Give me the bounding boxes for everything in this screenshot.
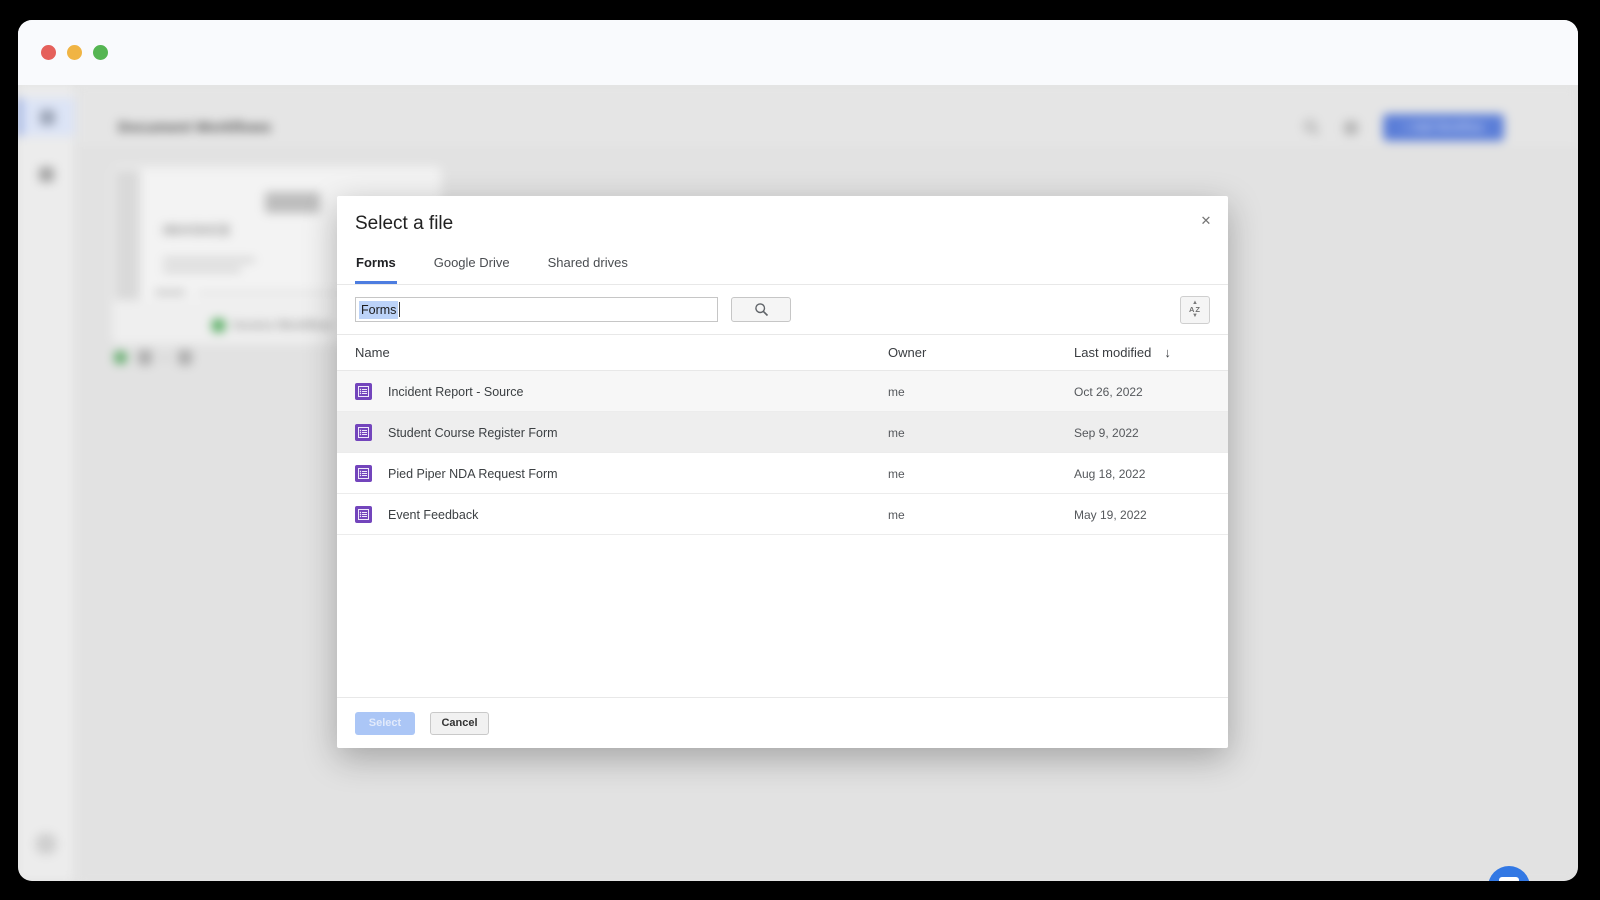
close-window-button[interactable] bbox=[41, 45, 56, 60]
table-header: Name Owner Last modified ↓ bbox=[337, 335, 1228, 371]
chat-bubble-icon bbox=[1499, 877, 1519, 881]
sidebar-item-documents[interactable] bbox=[18, 155, 75, 193]
forms-file-icon bbox=[355, 383, 372, 405]
dialog-title: Select a file bbox=[355, 213, 1210, 235]
tab-google-drive[interactable]: Google Drive bbox=[433, 247, 511, 284]
document-preview-line bbox=[163, 268, 241, 272]
file-modified: Sep 9, 2022 bbox=[1074, 426, 1139, 440]
form-count-icon bbox=[178, 350, 192, 365]
file-owner: me bbox=[888, 385, 905, 399]
document-preview-line bbox=[163, 258, 255, 262]
select-file-dialog: Select a file ✕ Forms Google Drive Share… bbox=[337, 196, 1228, 748]
file-name: Pied Piper NDA Request Form bbox=[388, 467, 558, 481]
magnifier-icon bbox=[754, 302, 769, 317]
file-modified: Oct 26, 2022 bbox=[1074, 385, 1143, 399]
add-workflow-button[interactable]: + Add Workflow bbox=[1383, 114, 1504, 141]
file-owner: me bbox=[888, 426, 905, 440]
zoom-window-button[interactable] bbox=[93, 45, 108, 60]
workflow-name: Invoice Workflow bbox=[233, 318, 331, 332]
status-dot-icon bbox=[114, 351, 127, 364]
tab-shared-drives[interactable]: Shared drives bbox=[547, 247, 629, 284]
page-title: Document Workflows bbox=[118, 119, 271, 136]
file-modified: Aug 18, 2022 bbox=[1074, 467, 1145, 481]
text-caret bbox=[399, 302, 400, 317]
search-icon[interactable] bbox=[1303, 119, 1320, 141]
file-owner: me bbox=[888, 467, 905, 481]
desktop: Document Workflows + Add Workflow INVOIC… bbox=[0, 0, 1600, 900]
file-owner: me bbox=[888, 508, 905, 522]
app-sidebar bbox=[18, 85, 75, 881]
column-name[interactable]: Name bbox=[355, 345, 390, 360]
document-preview-title: INVOICE bbox=[163, 222, 232, 239]
table-row[interactable]: Incident Report - Source me Oct 26, 2022 bbox=[337, 371, 1228, 412]
search-input-value: Forms bbox=[359, 301, 398, 319]
forms-file-icon bbox=[355, 465, 372, 487]
documents-icon bbox=[39, 167, 54, 182]
sort-direction-icon: ↓ bbox=[1164, 345, 1171, 360]
tab-forms[interactable]: Forms bbox=[355, 247, 397, 284]
select-button[interactable]: Select bbox=[355, 712, 415, 735]
app-header: Document Workflows + Add Workflow bbox=[76, 85, 1578, 150]
workflow-card-meta bbox=[114, 350, 192, 365]
az-sort-icon: AZ bbox=[1189, 306, 1201, 314]
dialog-footer: Select Cancel bbox=[337, 697, 1228, 748]
file-modified: May 19, 2022 bbox=[1074, 508, 1147, 522]
document-preview-footer bbox=[155, 290, 185, 295]
window-titlebar bbox=[18, 20, 1578, 85]
file-name: Event Feedback bbox=[388, 508, 478, 522]
table-row[interactable]: Event Feedback me May 19, 2022 bbox=[337, 494, 1228, 535]
sidebar-avatar[interactable] bbox=[35, 833, 57, 855]
file-name: Student Course Register Form bbox=[388, 426, 558, 440]
document-preview-strip bbox=[115, 170, 140, 300]
table-row[interactable]: Pied Piper NDA Request Form me Aug 18, 2… bbox=[337, 453, 1228, 494]
minimize-window-button[interactable] bbox=[67, 45, 82, 60]
forms-file-icon bbox=[355, 506, 372, 528]
workflow-status-icon bbox=[212, 319, 225, 332]
sort-down-icon: ▼ bbox=[1192, 313, 1198, 319]
dialog-tabs: Forms Google Drive Shared drives bbox=[337, 241, 1228, 285]
table-row[interactable]: Student Course Register Form me Sep 9, 2… bbox=[337, 412, 1228, 453]
workflows-icon bbox=[40, 110, 55, 125]
search-button[interactable] bbox=[731, 297, 791, 322]
column-last-modified[interactable]: Last modified ↓ bbox=[1074, 345, 1171, 360]
app-window: Document Workflows + Add Workflow INVOIC… bbox=[18, 20, 1578, 881]
workflow-label: Invoice Workflow bbox=[212, 318, 331, 332]
cancel-button[interactable]: Cancel bbox=[430, 712, 489, 735]
separator-dot bbox=[163, 356, 167, 360]
column-last-modified-label: Last modified bbox=[1074, 345, 1151, 360]
file-list: Incident Report - Source me Oct 26, 2022… bbox=[337, 371, 1228, 535]
dialog-header: Select a file ✕ bbox=[337, 196, 1228, 241]
forms-file-icon bbox=[355, 424, 372, 446]
sort-az-button[interactable]: ▲ AZ ▼ bbox=[1180, 296, 1210, 324]
document-preview-badge bbox=[265, 192, 320, 213]
dialog-search-row: Forms ▲ AZ ▼ bbox=[337, 285, 1228, 335]
sidebar-item-workflows[interactable] bbox=[18, 98, 75, 136]
close-icon[interactable]: ✕ bbox=[1196, 211, 1216, 231]
filter-icon[interactable] bbox=[1344, 121, 1358, 135]
search-input[interactable]: Forms bbox=[355, 297, 718, 322]
file-name: Incident Report - Source bbox=[388, 385, 524, 399]
doc-count-icon bbox=[138, 350, 152, 365]
column-owner[interactable]: Owner bbox=[888, 345, 926, 360]
